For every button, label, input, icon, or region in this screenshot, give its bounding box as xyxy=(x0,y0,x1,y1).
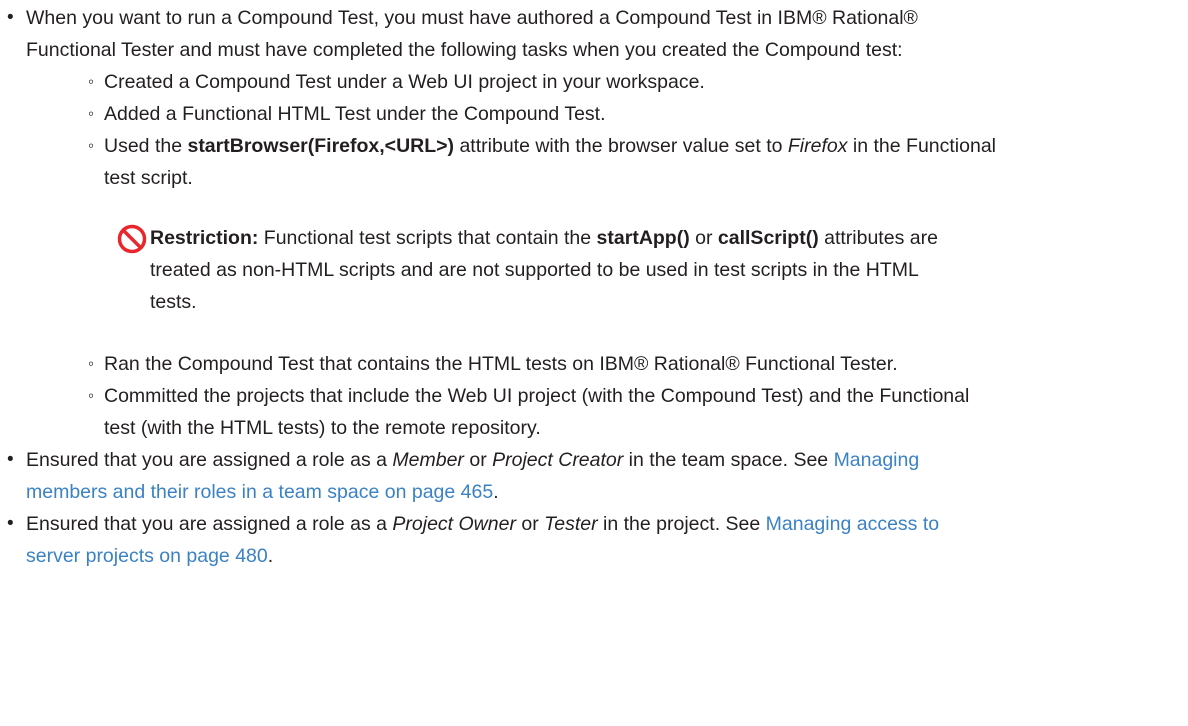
document-body: When you want to run a Compound Test, yo… xyxy=(0,0,1188,572)
sub-list-item: Committed the projects that include the … xyxy=(0,380,1168,444)
paragraph-line: When you want to run a Compound Test, yo… xyxy=(26,7,918,29)
prerequisite-list: When you want to run a Compound Test, yo… xyxy=(0,2,1188,572)
list-item: Ensured that you are assigned a role as … xyxy=(0,444,1168,508)
sub-item-line: Used the startBrowser(Firefox,<URL>) att… xyxy=(104,130,1168,162)
restriction-note: Restriction: Functional test scripts tha… xyxy=(0,222,1168,318)
sub-item-text: Created a Compound Test under a Web UI p… xyxy=(104,71,705,93)
restriction-line: tests. xyxy=(150,291,197,313)
emphasis-text: Tester xyxy=(544,513,598,535)
sub-list-item: Ran the Compound Test that contains the … xyxy=(0,348,1168,380)
paragraph-line: server projects on page 480. xyxy=(26,540,1168,572)
text-run: Ensured that you are assigned a role as … xyxy=(26,449,393,471)
sub-list-item: Used the startBrowser(Firefox,<URL>) att… xyxy=(0,130,1168,194)
managing-access-link[interactable]: Managing access to xyxy=(766,513,939,535)
sub-item-line: test script. xyxy=(104,167,193,189)
task-sublist: Ran the Compound Test that contains the … xyxy=(26,348,1168,444)
restriction-icon xyxy=(117,224,147,254)
restriction-text: Restriction: Functional test scripts tha… xyxy=(150,222,1168,318)
sub-item-line: Committed the projects that include the … xyxy=(104,385,970,407)
text-run: Used the xyxy=(104,135,188,157)
emphasis-text: Member xyxy=(392,449,464,471)
sub-item-line: test (with the HTML tests) to the remote… xyxy=(104,417,541,439)
sub-list-item: Created a Compound Test under a Web UI p… xyxy=(0,66,1168,98)
restriction-label: Restriction: xyxy=(150,227,259,249)
sub-item-text: Added a Functional HTML Test under the C… xyxy=(104,103,606,125)
text-run: in the team space. See xyxy=(623,449,834,471)
text-run: or xyxy=(463,449,493,471)
text-run: attributes are xyxy=(818,227,938,249)
list-item: When you want to run a Compound Test, yo… xyxy=(0,2,1168,444)
text-run: Ensured that you are assigned a role as … xyxy=(26,513,393,535)
sub-list-item: Added a Functional HTML Test under the C… xyxy=(0,98,1168,130)
text-run: in the Functional xyxy=(847,135,997,157)
task-sublist: Created a Compound Test under a Web UI p… xyxy=(26,66,1168,194)
managing-members-link[interactable]: Managing xyxy=(834,449,920,471)
text-run: Functional test scripts that contain the xyxy=(258,227,597,249)
paragraph-line: Ensured that you are assigned a role as … xyxy=(26,444,1168,476)
emphasis-text: Firefox xyxy=(787,135,848,157)
list-item: Ensured that you are assigned a role as … xyxy=(0,508,1168,572)
code-attribute: startBrowser(Firefox,<URL>) xyxy=(187,135,455,157)
sub-item-text: Ran the Compound Test that contains the … xyxy=(104,353,898,375)
text-run: or xyxy=(689,227,718,249)
code-attribute: startApp() xyxy=(596,227,690,249)
restriction-line: Restriction: Functional test scripts tha… xyxy=(150,222,938,254)
emphasis-text: Project Creator xyxy=(492,449,624,471)
text-run: . xyxy=(267,545,274,567)
managing-members-link-continued[interactable]: members and their roles in a team space … xyxy=(26,481,493,503)
text-run: in the project. See xyxy=(597,513,766,535)
paragraph-line: members and their roles in a team space … xyxy=(26,476,1168,508)
paragraph-line: Functional Tester and must have complete… xyxy=(26,39,903,61)
text-run: . xyxy=(493,481,499,503)
managing-access-link-continued[interactable]: server projects on page 480 xyxy=(26,545,268,567)
restriction-line: treated as non-HTML scripts and are not … xyxy=(150,259,919,281)
emphasis-text: Project Owner xyxy=(392,513,516,535)
code-attribute: callScript() xyxy=(717,227,819,249)
paragraph-line: Ensured that you are assigned a role as … xyxy=(26,508,1168,540)
text-run: attribute with the browser value set to xyxy=(454,135,788,157)
text-run: or xyxy=(515,513,545,535)
